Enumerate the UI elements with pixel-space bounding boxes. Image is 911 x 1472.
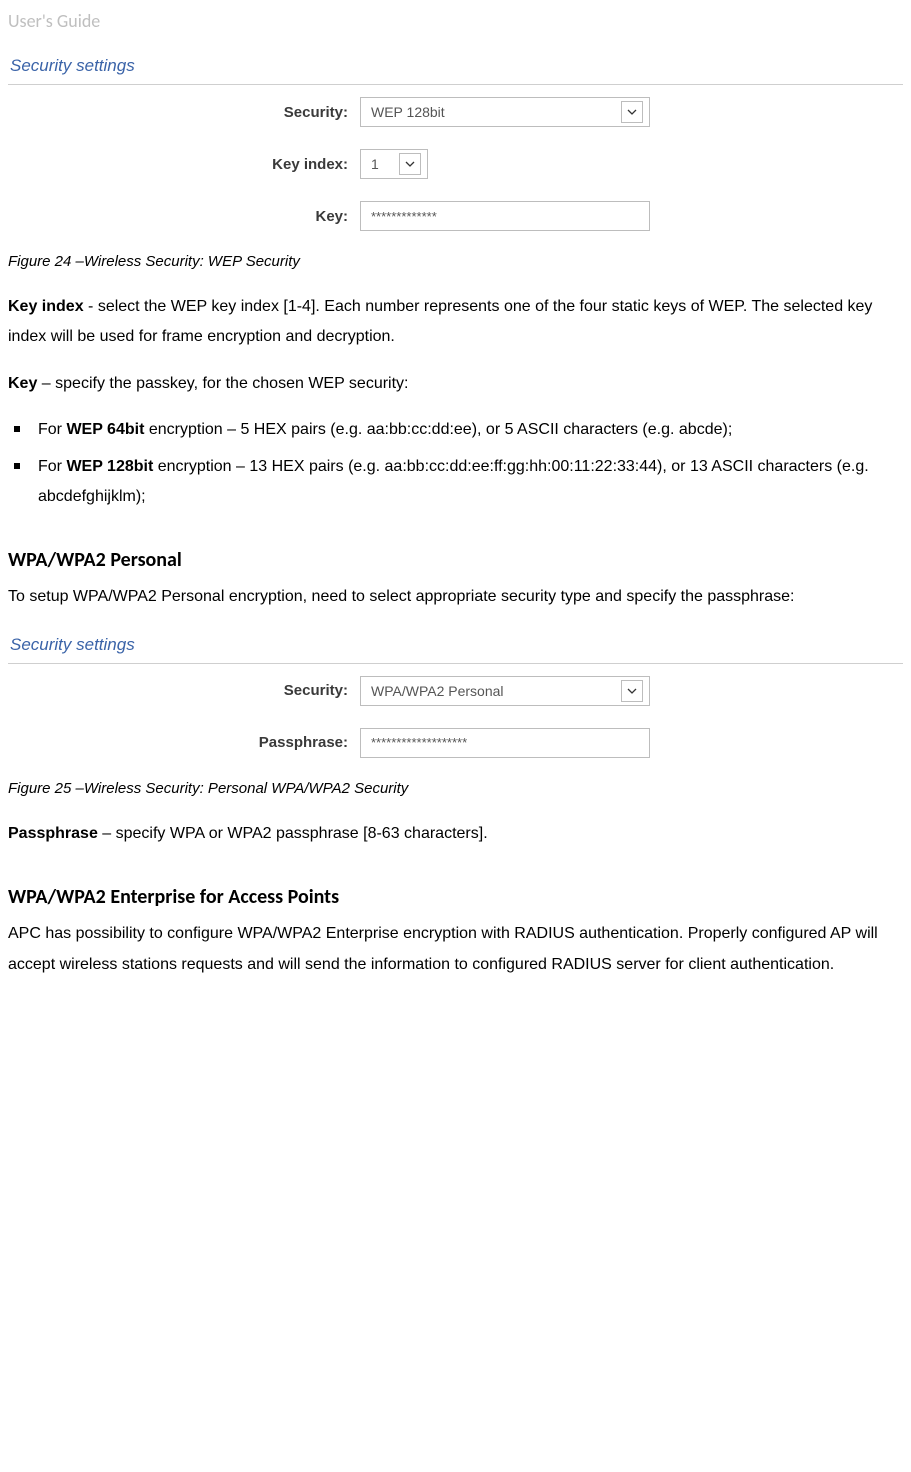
divider bbox=[8, 663, 903, 664]
text: For bbox=[38, 421, 66, 438]
term-key-index: Key index bbox=[8, 298, 84, 315]
panel-title: Security settings bbox=[8, 50, 903, 84]
section-heading-wpa-personal: WPA/WPA2 Personal bbox=[8, 548, 903, 572]
security-select-value: WPA/WPA2 Personal bbox=[371, 683, 504, 699]
security-settings-panel-wep: Security settings Security: WEP 128bit K… bbox=[8, 50, 903, 231]
paragraph-wpa-personal-intro: To setup WPA/WPA2 Personal encryption, n… bbox=[8, 582, 903, 612]
passphrase-label: Passphrase: bbox=[8, 734, 360, 751]
term-passphrase: Passphrase bbox=[8, 825, 98, 842]
figure-caption: Figure 25 –Wireless Security: Personal W… bbox=[8, 780, 903, 797]
divider bbox=[8, 84, 903, 85]
form-row-key-index: Key index: 1 bbox=[8, 149, 903, 179]
term-key: Key bbox=[8, 375, 37, 392]
security-label: Security: bbox=[8, 682, 360, 699]
panel-title: Security settings bbox=[8, 629, 903, 663]
paragraph-key-index: Key index - select the WEP key index [1-… bbox=[8, 292, 903, 353]
form-row-passphrase: Passphrase: ******************* bbox=[8, 728, 903, 758]
key-label: Key: bbox=[8, 208, 360, 225]
figure-caption: Figure 24 –Wireless Security: WEP Securi… bbox=[8, 253, 903, 270]
key-index-label: Key index: bbox=[8, 156, 360, 173]
chevron-down-icon bbox=[621, 101, 643, 123]
text: encryption – 5 HEX pairs (e.g. aa:bb:cc:… bbox=[144, 421, 732, 438]
text: – specify WPA or WPA2 passphrase [8-63 c… bbox=[98, 825, 488, 842]
passphrase-input-value: ******************* bbox=[371, 735, 467, 750]
paragraph-key: Key – specify the passkey, for the chose… bbox=[8, 369, 903, 399]
section-heading-wpa-enterprise: WPA/WPA2 Enterprise for Access Points bbox=[8, 885, 903, 909]
list-item: For WEP 128bit encryption – 13 HEX pairs… bbox=[14, 452, 903, 513]
wep-options-list: For WEP 64bit encryption – 5 HEX pairs (… bbox=[8, 415, 903, 512]
form-row-security: Security: WEP 128bit bbox=[8, 97, 903, 127]
key-input-value: ************* bbox=[371, 209, 437, 224]
security-select[interactable]: WEP 128bit bbox=[360, 97, 650, 127]
text: – specify the passkey, for the chosen WE… bbox=[37, 375, 408, 392]
text: encryption – 13 HEX pairs (e.g. aa:bb:cc… bbox=[38, 458, 869, 505]
list-item: For WEP 64bit encryption – 5 HEX pairs (… bbox=[14, 415, 903, 445]
form-row-security: Security: WPA/WPA2 Personal bbox=[8, 676, 903, 706]
key-index-select-value: 1 bbox=[371, 156, 379, 172]
passphrase-input[interactable]: ******************* bbox=[360, 728, 650, 758]
paragraph-passphrase: Passphrase – specify WPA or WPA2 passphr… bbox=[8, 819, 903, 849]
text: - select the WEP key index [1-4]. Each n… bbox=[8, 298, 872, 345]
term-wep-128bit: WEP 128bit bbox=[66, 458, 153, 475]
chevron-down-icon bbox=[621, 680, 643, 702]
term-wep-64bit: WEP 64bit bbox=[66, 421, 144, 438]
security-select[interactable]: WPA/WPA2 Personal bbox=[360, 676, 650, 706]
paragraph-wpa-enterprise-intro: APC has possibility to configure WPA/WPA… bbox=[8, 919, 903, 980]
security-label: Security: bbox=[8, 104, 360, 121]
security-settings-panel-wpa-personal: Security settings Security: WPA/WPA2 Per… bbox=[8, 629, 903, 758]
text: For bbox=[38, 458, 66, 475]
key-index-select[interactable]: 1 bbox=[360, 149, 428, 179]
form-row-key: Key: ************* bbox=[8, 201, 903, 231]
page-header: User's Guide bbox=[8, 10, 903, 32]
security-select-value: WEP 128bit bbox=[371, 104, 445, 120]
key-input[interactable]: ************* bbox=[360, 201, 650, 231]
document-page: User's Guide Security settings Security:… bbox=[0, 0, 911, 1036]
chevron-down-icon bbox=[399, 153, 421, 175]
